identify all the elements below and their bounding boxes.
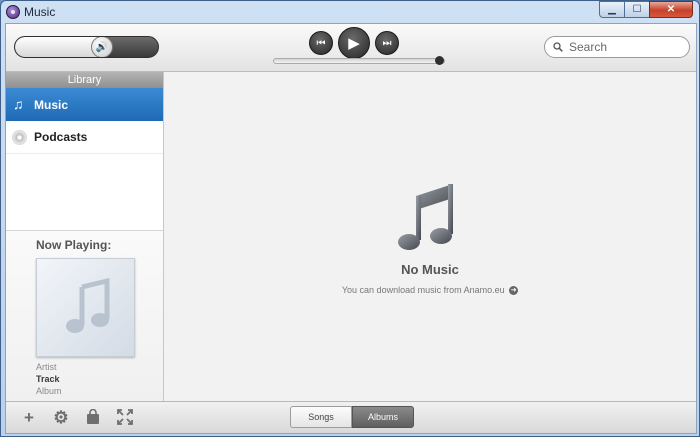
volume-slider[interactable]: 🔊 — [14, 36, 159, 58]
client-area: 🔊 ⏮ ▶ ⏭ Library ♫ Music — [5, 23, 697, 434]
search-box[interactable] — [544, 36, 690, 58]
sidebar-item-label: Music — [34, 97, 69, 112]
window-controls: ▁ ☐ ✕ — [599, 1, 693, 18]
search-input[interactable] — [569, 39, 684, 55]
library-sidebar: Library ♫ Music Podcasts Now Playing: Ar… — [6, 72, 164, 401]
now-playing-album: Album — [36, 386, 62, 396]
title-bar[interactable]: Music ▁ ☐ ✕ — [1, 1, 699, 23]
tab-songs[interactable]: Songs — [290, 406, 352, 428]
empty-state-subtitle: You can download music from Anamo.eu ➜ — [164, 285, 696, 296]
volume-fill — [15, 37, 102, 57]
gear-icon[interactable]: ⚙ — [52, 409, 70, 427]
transport-controls: ⏮ ▶ ⏭ — [309, 27, 399, 59]
music-note-icon — [66, 277, 110, 333]
seek-handle[interactable] — [435, 56, 444, 65]
close-button[interactable]: ✕ — [649, 1, 693, 18]
window-title: Music — [24, 5, 56, 19]
view-switcher: Songs Albums — [290, 406, 414, 428]
previous-button[interactable]: ⏮ — [309, 31, 333, 55]
search-icon — [553, 42, 563, 52]
next-button[interactable]: ⏭ — [375, 31, 399, 55]
music-note-icon — [398, 184, 453, 250]
bottom-toolbar: + ⚙ Songs Albums — [6, 401, 696, 433]
add-icon[interactable]: + — [20, 409, 38, 427]
app-logo-icon — [6, 5, 20, 19]
sidebar-item-music[interactable]: ♫ Music — [6, 88, 163, 121]
podcast-icon — [12, 130, 27, 145]
fullscreen-icon[interactable] — [116, 409, 134, 427]
maximize-button[interactable]: ☐ — [624, 1, 650, 18]
now-playing-label: Now Playing: — [36, 238, 112, 252]
library-header: Library — [6, 72, 163, 88]
arrow-right-icon[interactable]: ➜ — [509, 286, 519, 296]
sidebar-item-podcasts[interactable]: Podcasts — [6, 121, 163, 154]
seek-bar[interactable] — [273, 56, 445, 65]
empty-state-title: No Music — [401, 262, 459, 277]
download-link-text[interactable]: You can download music from Anamo.eu — [342, 285, 505, 295]
app-window: Music ▁ ☐ ✕ 🔊 ⏮ ▶ ⏭ Search Library ♫ Mus… — [0, 0, 700, 437]
sidebar-item-label: Podcasts — [34, 130, 88, 144]
player-toolbar: 🔊 ⏮ ▶ ⏭ — [6, 24, 696, 72]
now-playing-panel: Now Playing: Artist Track Album — [6, 230, 163, 401]
speaker-icon[interactable]: 🔊 — [91, 37, 113, 57]
bag-icon[interactable] — [84, 408, 102, 427]
play-button[interactable]: ▶ — [338, 27, 370, 59]
now-playing-artist: Artist — [36, 362, 57, 372]
music-note-icon: ♫ — [13, 96, 24, 112]
now-playing-track: Track — [36, 374, 60, 384]
minimize-button[interactable]: ▁ — [599, 1, 625, 18]
album-art[interactable] — [36, 258, 135, 357]
content-area: No Music You can download music from Ana… — [164, 72, 696, 401]
tab-albums[interactable]: Albums — [352, 406, 414, 428]
